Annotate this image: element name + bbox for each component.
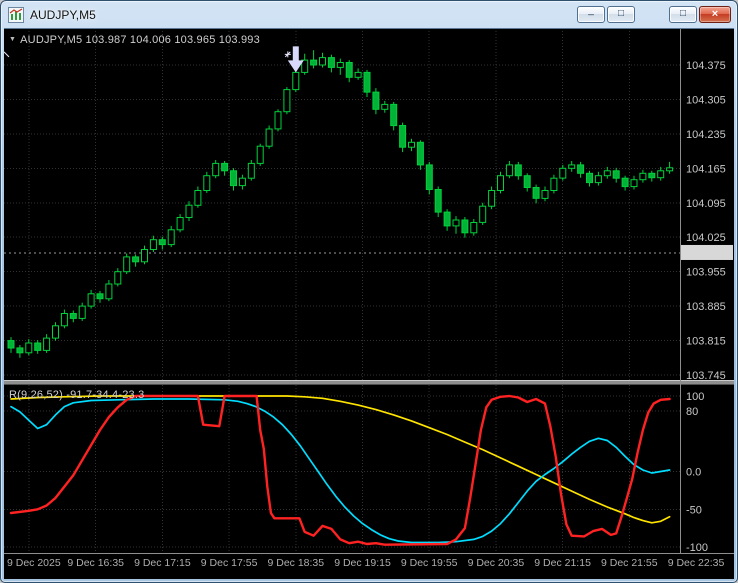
minimize-button[interactable]: _ bbox=[577, 4, 605, 23]
main-chart-area[interactable] bbox=[4, 29, 680, 380]
maximize-icon: □ bbox=[679, 7, 687, 19]
close-icon: × bbox=[711, 7, 719, 20]
maximize-button[interactable]: □ bbox=[669, 6, 697, 23]
titlebar[interactable]: AUDJPY,M5 _ □ □ × bbox=[1, 1, 737, 28]
window-title: AUDJPY,M5 bbox=[30, 7, 96, 22]
minimize-icon: _ bbox=[588, 4, 594, 16]
time-axis[interactable] bbox=[4, 553, 734, 579]
chart-client-area: 104.375104.305104.235104.165104.095104.0… bbox=[4, 28, 734, 579]
chart-canvas[interactable]: 104.375104.305104.235104.165104.095104.0… bbox=[4, 29, 734, 579]
restore-button[interactable]: □ bbox=[607, 6, 635, 23]
restore-icon: □ bbox=[617, 7, 625, 19]
window-controls: _ □ □ × bbox=[575, 4, 731, 23]
metatrader-chart-window: AUDJPY,M5 _ □ □ × 104.375104.305104.2351… bbox=[0, 0, 738, 583]
window-icon bbox=[8, 6, 24, 23]
price-axis[interactable] bbox=[680, 29, 734, 553]
close-button[interactable]: × bbox=[699, 6, 731, 23]
indicator-panel[interactable] bbox=[4, 385, 680, 553]
